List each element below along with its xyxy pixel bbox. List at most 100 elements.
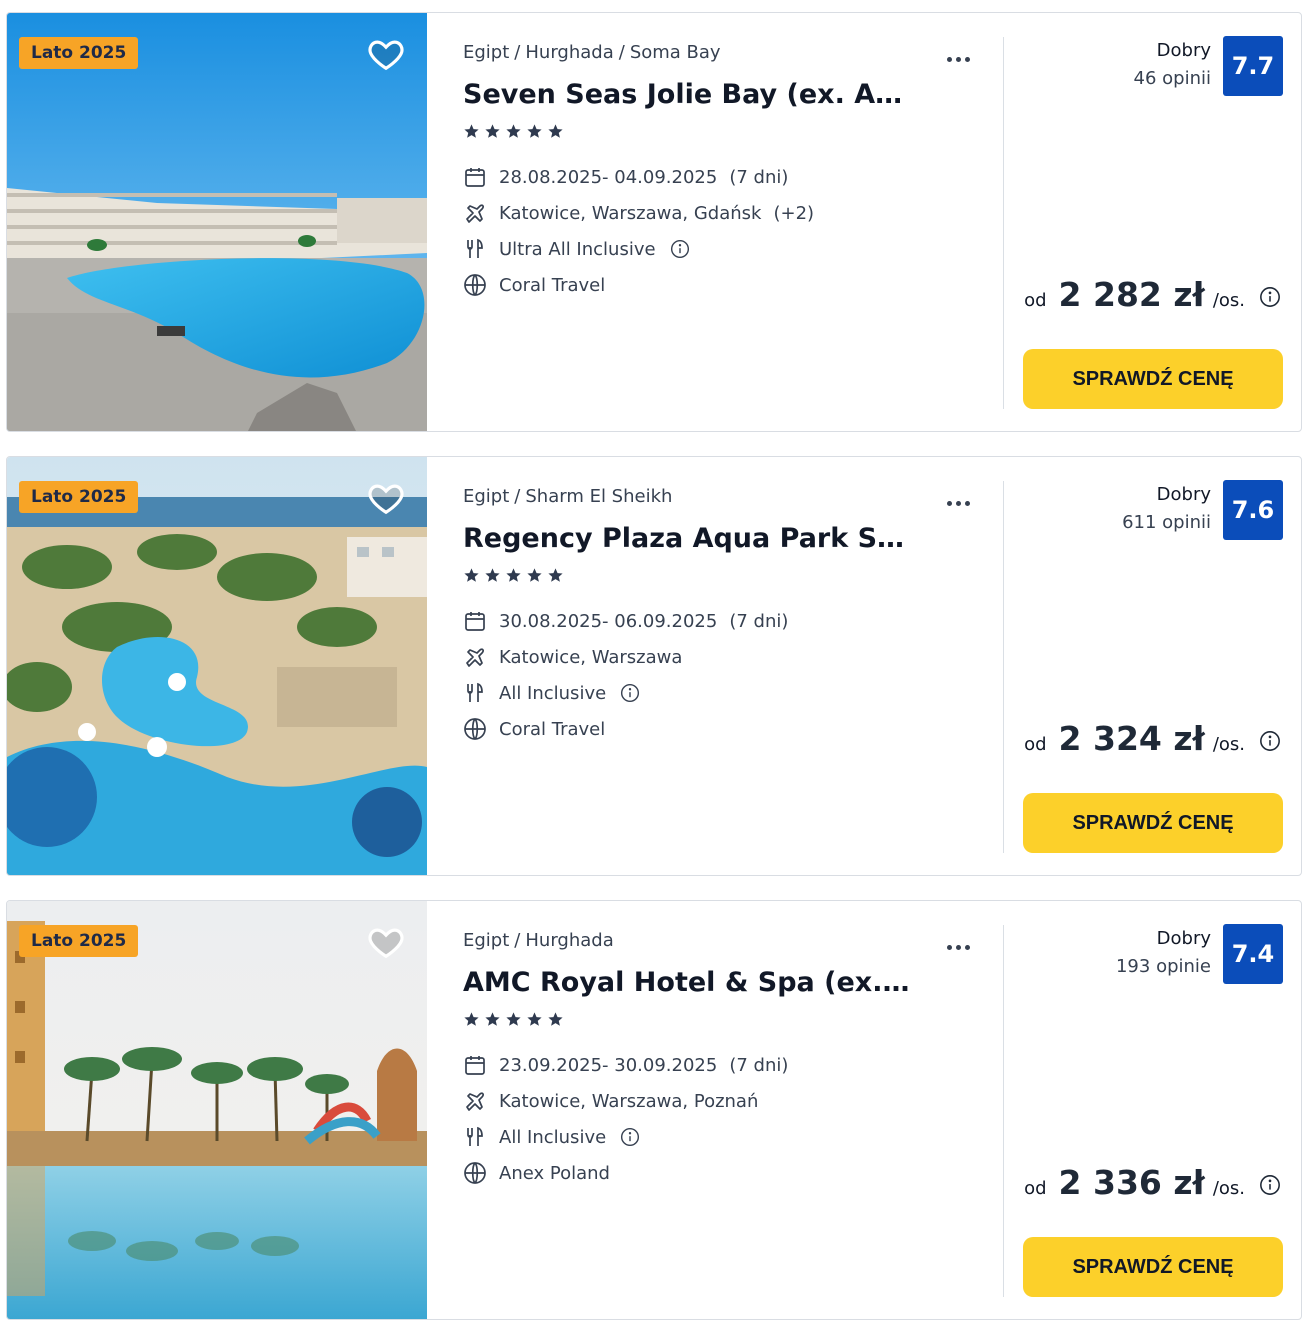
offer-card[interactable]: Lato 2025 Egipt / Sharm El Sheikh Regency … [6,456,1302,876]
divider [1003,481,1004,853]
more-dots-icon[interactable] [947,491,977,506]
duration: (7 dni) [729,610,789,632]
star-icon [548,124,563,138]
season-badge: Lato 2025 [19,925,139,957]
calendar-icon [465,168,485,187]
duration: (7 dni) [729,1054,789,1076]
board-type: All Inclusive [499,1126,607,1148]
star-icon [464,124,479,138]
star-icon [485,124,500,138]
board-type: All Inclusive [499,682,607,704]
reviews-count[interactable]: 193 opinie [1116,956,1211,977]
star-icon [527,1012,542,1026]
departures: Katowice, Warszawa [499,646,683,668]
breadcrumb-city[interactable]: Soma Bay [630,42,721,63]
dates-row: 28.08.2025- 04.09.2025 (7 dni) [463,164,788,190]
info-icon[interactable] [1259,730,1281,752]
star-icon [506,1012,521,1026]
operator-row: Coral Travel [463,716,605,742]
tour-operator: Coral Travel [499,718,606,740]
heart-icon[interactable] [367,923,405,961]
price: 2 282 zł [1058,275,1205,314]
divider [1003,925,1004,1297]
rating-label: Dobry [1156,40,1211,61]
breadcrumb: Egipt / Hurghada [463,930,614,951]
reviews-count[interactable]: 611 opinii [1122,512,1211,533]
info-icon[interactable] [670,239,690,259]
more-dots-icon[interactable] [947,935,977,950]
price: 2 324 zł [1058,719,1205,758]
season-badge: Lato 2025 [19,37,139,69]
cutlery-icon [467,1126,483,1146]
dates: 23.09.2025- 30.09.2025 [499,1054,718,1076]
price-prefix: od [1024,1178,1047,1199]
cutlery-icon [467,682,483,702]
departures-more-link[interactable]: (+2) [773,203,814,224]
offer-card[interactable]: Lato 2025 Egipt / Hurghada AMC Royal Hotel… [6,900,1302,1320]
calendar-icon [465,1056,485,1075]
star-icon [485,1012,500,1026]
hotel-photo[interactable]: Lato 2025 [7,901,427,1319]
plane-icon [466,1092,485,1111]
star-icon [506,124,521,138]
price-row: od 2 324 zł /os. [1024,719,1281,763]
reviews-count[interactable]: 46 opinii [1134,68,1211,89]
tour-operator: Anex Poland [499,1162,610,1184]
info-icon[interactable] [1259,1174,1281,1196]
hotel-name[interactable]: Regency Plaza Aqua Park Spa [463,523,913,554]
dates-row: 23.09.2025- 30.09.2025 (7 dni) [463,1052,788,1078]
star-icon [464,1012,479,1026]
departures-row: Katowice, Warszawa, Poznań [463,1088,758,1114]
rating-label: Dobry [1156,928,1211,949]
heart-icon[interactable] [367,35,405,73]
offer-info: Egipt / Sharm El Sheikh Regency Plaza Aqua… [463,457,983,875]
dates-row: 30.08.2025- 06.09.2025 (7 dni) [463,608,788,634]
breadcrumb-country[interactable]: Egipt [463,42,509,63]
departures-row: Katowice, Warszawa [463,644,682,670]
star-rating [463,123,568,143]
star-icon [527,568,542,582]
info-icon[interactable] [620,683,640,703]
hotel-photo[interactable]: Lato 2025 [7,13,427,431]
breadcrumb: Egipt / Sharm El Sheikh [463,486,673,507]
rating-label: Dobry [1156,484,1211,505]
price: 2 336 zł [1058,1163,1205,1202]
info-icon[interactable] [620,1127,640,1147]
hotel-name[interactable]: Seven Seas Jolie Bay (ex. Aqua... [463,79,913,110]
check-price-button[interactable]: SPRAWDŹ CENĘ [1023,1237,1283,1297]
price-row: od 2 336 zł /os. [1024,1163,1281,1207]
board-row: All Inclusive [463,680,640,706]
hotel-photo[interactable]: Lato 2025 [7,457,427,875]
star-icon [548,1012,563,1026]
duration: (7 dni) [729,166,789,188]
hotel-name[interactable]: AMC Royal Hotel & Spa (ex. AM... [463,967,913,998]
price-suffix: /os. [1212,734,1245,755]
check-price-button[interactable]: SPRAWDŹ CENĘ [1023,349,1283,409]
info-icon[interactable] [1259,286,1281,308]
check-price-button[interactable]: SPRAWDŹ CENĘ [1023,793,1283,853]
cutlery-icon [467,238,483,258]
breadcrumb-country[interactable]: Egipt [463,930,509,951]
departures-row: Katowice, Warszawa, Gdańsk (+2) [463,200,814,226]
breadcrumb-country[interactable]: Egipt [463,486,509,507]
globe-icon [464,1162,486,1184]
calendar-icon [465,612,485,631]
offer-card[interactable]: Lato 2025 Egipt / Hurghada / Soma Bay Seven … [6,12,1302,432]
more-dots-icon[interactable] [947,47,977,62]
offer-info: Egipt / Hurghada AMC Royal Hotel & Spa (ex… [463,901,983,1319]
star-rating [463,1011,568,1031]
offer-info: Egipt / Hurghada / Soma Bay Seven Seas Jolie… [463,13,983,431]
star-icon [485,568,500,582]
offer-price-panel: Dobry 46 opinii 7.7 od 2 282 zł /os. SPR… [1007,13,1301,431]
breadcrumb-region[interactable]: Hurghada [525,930,613,951]
star-icon [548,568,563,582]
star-icon [527,124,542,138]
breadcrumb-region[interactable]: Sharm El Sheikh [525,486,672,507]
globe-icon [464,718,486,740]
offer-price-panel: Dobry 193 opinie 7.4 od 2 336 zł /os. SP… [1007,901,1301,1319]
breadcrumb-region[interactable]: Hurghada [525,42,613,63]
heart-icon[interactable] [367,479,405,517]
plane-icon [466,204,485,223]
price-prefix: od [1024,290,1047,311]
star-rating [463,567,568,587]
